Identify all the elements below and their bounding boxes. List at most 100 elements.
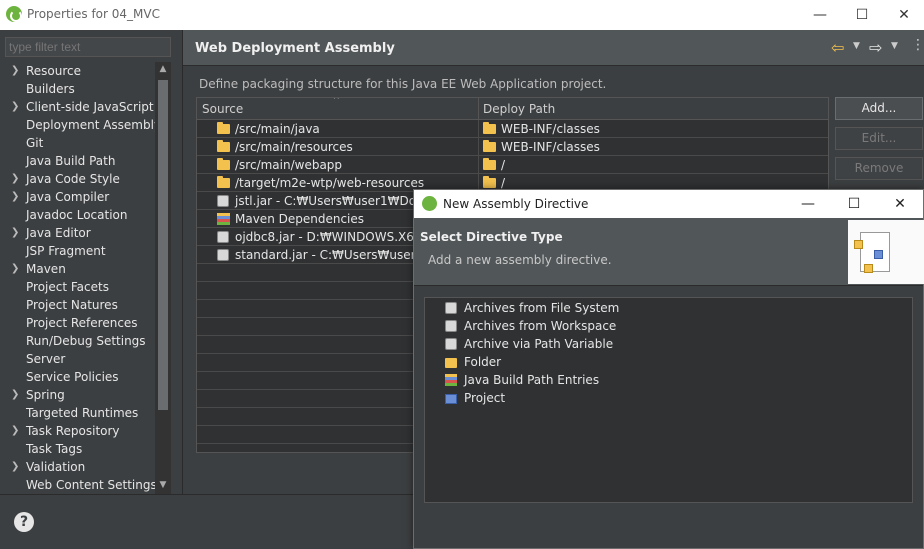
tree-item-label: Server bbox=[26, 352, 66, 366]
filter-input[interactable] bbox=[5, 37, 171, 57]
table-header: Source ^ Deploy Path bbox=[197, 97, 828, 120]
scroll-down-icon[interactable]: ▼ bbox=[157, 480, 169, 490]
remove-button[interactable]: Remove bbox=[835, 157, 923, 180]
table-row[interactable]: /src/main/resources WEB-INF/classes bbox=[197, 138, 828, 156]
tree-item[interactable]: ❯ Java Editor bbox=[5, 224, 171, 242]
tree-item-label: Targeted Runtimes bbox=[26, 406, 139, 420]
tree-item-label: Web Content Settings bbox=[26, 478, 157, 492]
tree-item[interactable]: Git bbox=[5, 134, 171, 152]
directive-item[interactable]: Java Build Path Entries bbox=[445, 371, 599, 389]
chevron-right-icon[interactable]: ❯ bbox=[11, 260, 19, 278]
column-divider[interactable] bbox=[478, 98, 479, 120]
tree-item[interactable]: ❯ Maven bbox=[5, 260, 171, 278]
add-button[interactable]: Add... bbox=[835, 97, 923, 120]
tree-item-label: Service Policies bbox=[26, 370, 119, 384]
view-menu-icon[interactable]: ⋮ bbox=[911, 37, 924, 53]
dialog-minimize-button[interactable]: — bbox=[797, 193, 819, 215]
tree-item[interactable]: Project References bbox=[5, 314, 171, 332]
close-button[interactable]: ✕ bbox=[893, 4, 915, 26]
back-arrow-icon[interactable]: ⇦ bbox=[831, 38, 844, 57]
folder-icon bbox=[483, 158, 496, 170]
deploy-text: WEB-INF/classes bbox=[501, 122, 600, 136]
tree-scrollbar[interactable]: ▲ ▼ bbox=[155, 62, 171, 494]
tree-item[interactable]: ❯ Validation bbox=[5, 458, 171, 476]
library-icon bbox=[445, 374, 457, 386]
tree-item[interactable]: Project Natures bbox=[5, 296, 171, 314]
archive-icon bbox=[445, 338, 457, 350]
dialog-header: Select Directive Type Add a new assembly… bbox=[414, 218, 924, 286]
tree-item[interactable]: ❯ Spring bbox=[5, 386, 171, 404]
spring-icon bbox=[422, 196, 437, 211]
tree-item-label: JSP Fragment bbox=[26, 244, 106, 258]
chevron-right-icon[interactable]: ❯ bbox=[11, 458, 19, 476]
tree-item[interactable]: Server bbox=[5, 350, 171, 368]
dialog-maximize-button[interactable]: ☐ bbox=[843, 193, 865, 215]
back-menu-icon[interactable]: ▼ bbox=[853, 41, 860, 51]
tree-item-label: Javadoc Location bbox=[26, 208, 128, 222]
tree-item[interactable]: ❯ Java Compiler bbox=[5, 188, 171, 206]
deploy-cell: / bbox=[483, 176, 505, 190]
tree-item-label: Git bbox=[26, 136, 44, 150]
tree-item[interactable]: Service Policies bbox=[5, 368, 171, 386]
scroll-up-icon[interactable]: ▲ bbox=[157, 64, 169, 74]
directive-item[interactable]: Archives from Workspace bbox=[445, 317, 616, 335]
tree-item[interactable]: JSP Fragment bbox=[5, 242, 171, 260]
tree-item-label: Java Code Style bbox=[26, 172, 120, 186]
window-title: Properties for 04_MVC bbox=[27, 7, 160, 21]
tree-item[interactable]: Builders bbox=[5, 80, 171, 98]
dialog-close-button[interactable]: ✕ bbox=[889, 193, 911, 215]
source-cell: /src/main/webapp bbox=[217, 158, 342, 172]
scroll-thumb[interactable] bbox=[158, 80, 168, 410]
directive-item[interactable]: Archive via Path Variable bbox=[445, 335, 613, 353]
chevron-right-icon[interactable]: ❯ bbox=[11, 62, 19, 80]
jar-icon bbox=[217, 195, 229, 207]
directive-item-label: Project bbox=[464, 391, 506, 405]
source-text: /src/main/webapp bbox=[235, 158, 343, 172]
tree-item[interactable]: Task Tags bbox=[5, 440, 171, 458]
tree-item-label: Java Compiler bbox=[26, 190, 110, 204]
tree-item[interactable]: Project Facets bbox=[5, 278, 171, 296]
table-row[interactable]: /src/main/webapp / bbox=[197, 156, 828, 174]
folder-icon bbox=[217, 122, 230, 134]
tree-item[interactable]: Targeted Runtimes bbox=[5, 404, 171, 422]
tree-item[interactable]: ❯ Client-side JavaScript bbox=[5, 98, 171, 116]
source-cell: jstl.jar - C:₩Users₩user1₩Downlo bbox=[217, 194, 444, 208]
tree-item[interactable]: Run/Debug Settings bbox=[5, 332, 171, 350]
source-cell: /target/m2e-wtp/web-resources bbox=[217, 176, 424, 190]
column-deploy-path[interactable]: Deploy Path bbox=[483, 102, 555, 116]
tree-item[interactable]: ❯ Java Code Style bbox=[5, 170, 171, 188]
forward-arrow-icon[interactable]: ⇨ bbox=[869, 38, 882, 57]
tree-item[interactable]: Java Build Path bbox=[5, 152, 171, 170]
column-source[interactable]: Source bbox=[202, 102, 243, 116]
table-row[interactable]: /src/main/java WEB-INF/classes bbox=[197, 120, 828, 138]
directive-item-label: Archive via Path Variable bbox=[464, 337, 614, 351]
help-icon[interactable]: ? bbox=[14, 512, 34, 532]
chevron-right-icon[interactable]: ❯ bbox=[11, 188, 19, 206]
tree-item[interactable]: Deployment Assembly bbox=[5, 116, 171, 134]
edit-button[interactable]: Edit... bbox=[835, 127, 923, 150]
tree-item[interactable]: Web Content Settings bbox=[5, 476, 171, 494]
library-icon bbox=[217, 213, 230, 225]
sort-up-icon: ^ bbox=[333, 97, 340, 104]
jar-icon bbox=[217, 249, 229, 261]
directive-item[interactable]: Folder bbox=[445, 353, 501, 371]
directive-item[interactable]: Project bbox=[445, 389, 505, 407]
chevron-right-icon[interactable]: ❯ bbox=[11, 386, 19, 404]
tree-item[interactable]: Javadoc Location bbox=[5, 206, 171, 224]
maximize-button[interactable]: ☐ bbox=[851, 4, 873, 26]
minimize-button[interactable]: — bbox=[809, 4, 831, 26]
tree-item[interactable]: ❯ Task Repository bbox=[5, 422, 171, 440]
tree-item[interactable]: ❯ Resource bbox=[5, 62, 171, 80]
tree-item-label: Resource bbox=[26, 64, 82, 78]
directive-item-label: Archives from File System bbox=[464, 301, 620, 315]
chevron-right-icon[interactable]: ❯ bbox=[11, 170, 19, 188]
deploy-text: / bbox=[501, 176, 506, 190]
chevron-right-icon[interactable]: ❯ bbox=[11, 422, 19, 440]
chevron-right-icon[interactable]: ❯ bbox=[11, 224, 19, 242]
tree-item-label: Client-side JavaScript bbox=[26, 100, 154, 114]
directive-item[interactable]: Archives from File System bbox=[445, 299, 619, 317]
tree-item-label: Project References bbox=[26, 316, 138, 330]
source-cell: /src/main/resources bbox=[217, 140, 353, 154]
chevron-right-icon[interactable]: ❯ bbox=[11, 98, 19, 116]
forward-menu-icon[interactable]: ▼ bbox=[891, 41, 898, 51]
